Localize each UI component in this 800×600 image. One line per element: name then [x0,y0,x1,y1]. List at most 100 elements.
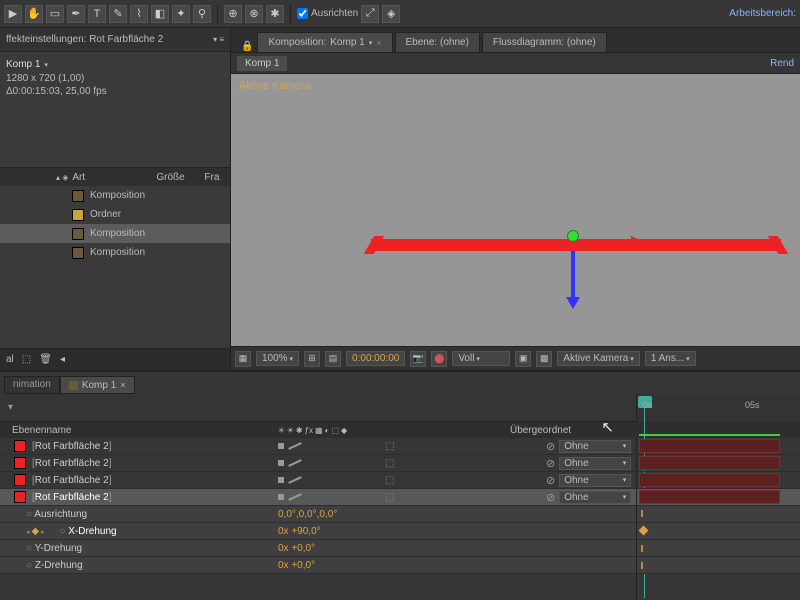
layer-color-swatch[interactable] [14,474,26,486]
z-axis-gizmo[interactable] [571,251,575,299]
safe-zones-icon[interactable]: ⊞ [304,351,320,367]
layer-bar[interactable] [639,490,780,504]
col-parent[interactable]: Übergeordnet [510,425,571,436]
3d-switch-icon[interactable]: ⬚ [385,441,394,452]
solo-switch[interactable] [288,459,302,467]
solo-switch[interactable] [288,442,302,450]
keyframe-marker[interactable] [641,545,643,552]
snap-opt2-icon[interactable]: ◈ [382,5,400,23]
track-area[interactable] [636,438,800,600]
shy-switch[interactable] [278,443,284,449]
layer-color-swatch[interactable] [14,457,26,469]
keyframe-icon[interactable] [639,526,649,536]
roto-tool-icon[interactable]: ✦ [172,5,190,23]
shape-tool-icon[interactable]: ▭ [46,5,64,23]
timeline-tab-comp[interactable]: Komp 1 × [60,376,135,394]
yrotation-value[interactable]: 0x +0,0° [278,543,315,554]
comp-dropdown-icon[interactable]: ▾ [42,62,47,69]
layer-bar[interactable] [639,439,780,453]
trash-icon[interactable]: 🗑 [39,354,52,365]
layer-color-swatch[interactable] [14,491,26,503]
solo-switch[interactable] [288,476,302,484]
parent-dropdown[interactable]: Ohne [559,474,631,487]
3d-switch-icon[interactable]: ⬚ [385,458,394,469]
roi-icon[interactable]: ▣ [515,351,531,367]
timeline-tab-render[interactable]: nimation [4,376,60,394]
tab-composition[interactable]: Komposition: Komp 1 ▾ × [257,32,392,52]
selection-tool-icon[interactable]: ▶ [4,5,22,23]
text-tool-icon[interactable]: T [88,5,106,23]
project-item[interactable]: Komposition [0,224,230,243]
breadcrumb-item[interactable]: Komp 1 [237,56,287,71]
zoom-dropdown[interactable]: 100% [256,351,299,366]
tab-layer[interactable]: Ebene: (ohne) [395,32,480,52]
eraser-tool-icon[interactable]: ◧ [151,5,169,23]
x-axis-gizmo[interactable] [631,236,645,248]
project-item[interactable]: Komposition [0,243,230,262]
puppet-tool-icon[interactable]: ⚲ [193,5,211,23]
shy-switch[interactable] [278,477,284,483]
col-fr[interactable]: Fra [204,172,219,183]
effect-controls-header[interactable]: ffekteinstellungen: Rot Farbfläche 2 ▾ ≡ [0,28,230,52]
shy-switch[interactable] [278,460,284,466]
layer-color-swatch[interactable] [14,440,26,452]
y-axis-gizmo[interactable] [567,230,579,242]
close-icon[interactable]: × [120,380,125,390]
parent-dropdown[interactable]: Ohne [559,440,631,453]
project-item[interactable]: Ordner [0,205,230,224]
pickwhip-icon[interactable]: ⊘ [546,457,555,470]
shy-switch[interactable] [278,494,284,500]
3d-switch-icon[interactable]: ⬚ [385,492,394,503]
search-dropdown-icon[interactable]: ▾ [8,402,13,413]
resolution-dropdown[interactable]: Voll [452,351,510,366]
mask-toggle-icon[interactable]: ▤ [325,351,341,367]
snap-checkbox[interactable] [297,8,308,19]
workspace-label[interactable]: Arbeitsbereich: [729,8,796,19]
local-axis-icon[interactable]: ⊕ [224,5,242,23]
channel-icon[interactable]: ⬤ [431,351,447,367]
pickwhip-icon[interactable]: ⊘ [546,474,555,487]
orientation-value[interactable]: 0,0°,0,0°,0,0° [278,509,337,520]
hand-tool-icon[interactable]: ✋ [25,5,43,23]
work-area-bar[interactable] [639,434,780,436]
project-footer-tab[interactable]: al [6,354,14,365]
solo-switch[interactable] [288,493,302,501]
pickwhip-icon[interactable]: ⊘ [546,491,555,504]
camera-dropdown[interactable]: Aktive Kamera [557,351,640,366]
pen-tool-icon[interactable]: ✒ [67,5,85,23]
col-type[interactable]: Art [72,172,152,183]
layer-bar[interactable] [639,473,780,487]
brush-tool-icon[interactable]: ✎ [109,5,127,23]
views-dropdown[interactable]: 1 Ans... [645,351,696,366]
close-icon[interactable]: × [376,38,381,48]
world-axis-icon[interactable]: ⊗ [245,5,263,23]
scroll-left-icon[interactable]: ◂ [60,354,65,365]
label-col-icon[interactable]: ▴ ◈ [56,173,68,182]
always-preview-icon[interactable]: ▦ [235,351,251,367]
3d-switch-icon[interactable]: ⬚ [385,475,394,486]
col-layer-name[interactable]: Ebenenname [12,425,72,436]
current-time[interactable]: 0:00:00:00 [346,351,405,366]
panel-menu-icon[interactable]: ▾ ≡ [213,35,224,44]
render-link[interactable]: Rend [770,58,794,69]
keyframe-marker[interactable] [641,562,643,569]
layer-bar[interactable] [639,456,780,470]
composition-viewport[interactable]: Aktive Kamera [231,74,800,346]
bpc-icon[interactable]: ⬚ [22,354,31,365]
keyframe-nav-icon[interactable]: ◆ [26,526,45,537]
pickwhip-icon[interactable]: ⊘ [546,440,555,453]
snap-toggle[interactable]: Ausrichten [297,8,358,19]
tab-dropdown-icon[interactable]: ▾ [369,39,373,47]
parent-dropdown[interactable]: Ohne [559,491,631,504]
snapshot-icon[interactable]: 📷 [410,351,426,367]
clone-tool-icon[interactable]: ⌇ [130,5,148,23]
zrotation-value[interactable]: 0x +0,0° [278,560,315,571]
parent-dropdown[interactable]: Ohne [559,457,631,470]
view-axis-icon[interactable]: ✱ [266,5,284,23]
snap-opt1-icon[interactable]: ⤢ [361,5,379,23]
xrotation-value[interactable]: 0x +90,0° [278,526,321,537]
project-item[interactable]: Komposition [0,186,230,205]
lock-icon[interactable]: 🔒 [241,41,253,52]
keyframe-marker[interactable] [641,510,643,517]
time-ruler[interactable]: 0s 05s [636,394,800,422]
